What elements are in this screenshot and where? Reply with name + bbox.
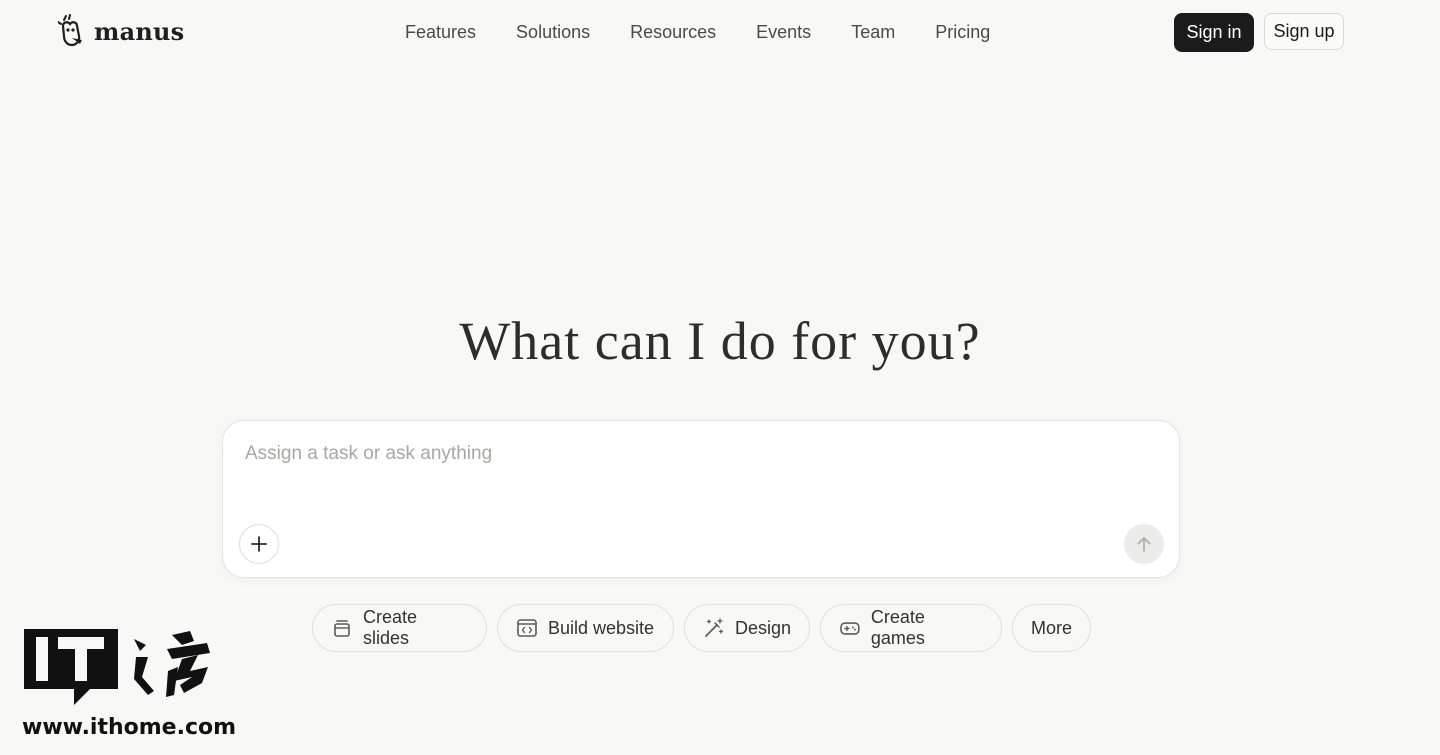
- create-slides-button[interactable]: Create slides: [312, 604, 487, 652]
- magic-wand-icon: [705, 618, 724, 637]
- brand-name: manus: [94, 16, 185, 46]
- code-window-icon: [517, 619, 537, 637]
- ithome-watermark: www.ithome.com: [22, 627, 236, 747]
- design-label: Design: [734, 617, 791, 638]
- slides-icon: [334, 620, 350, 637]
- task-composer: [222, 420, 1180, 578]
- more-button[interactable]: More: [1012, 604, 1091, 652]
- nav-resources[interactable]: Resources: [630, 21, 716, 43]
- nav-pricing[interactable]: Pricing: [935, 21, 990, 43]
- sign-up-button[interactable]: Sign up: [1264, 13, 1344, 50]
- sign-in-button[interactable]: Sign in: [1174, 13, 1254, 52]
- ithome-logo-icon: [24, 629, 210, 705]
- build-website-button[interactable]: Build website: [497, 604, 674, 652]
- brand-logo[interactable]: manus: [58, 14, 184, 48]
- arrow-up-icon: [1137, 537, 1151, 552]
- manus-hand-icon: [58, 14, 82, 47]
- main-nav: Features Solutions Resources Events Team…: [405, 21, 1030, 43]
- hero-title: What can I do for you?: [459, 311, 981, 371]
- nav-team[interactable]: Team: [851, 21, 895, 43]
- create-games-label: Create games: [870, 607, 925, 648]
- add-attachment-button[interactable]: [239, 524, 279, 564]
- send-button[interactable]: [1124, 524, 1164, 564]
- watermark-url: www.ithome.com: [22, 715, 237, 740]
- nav-solutions[interactable]: Solutions: [516, 21, 590, 43]
- gamepad-icon: [840, 622, 860, 635]
- nav-events[interactable]: Events: [756, 21, 811, 43]
- create-games-button[interactable]: Create games: [820, 604, 1002, 652]
- nav-features[interactable]: Features: [405, 21, 476, 43]
- quick-actions: Create slides Build website Design Creat…: [312, 604, 1091, 652]
- task-input[interactable]: [243, 439, 1147, 469]
- design-button[interactable]: Design: [684, 604, 810, 652]
- plus-icon: [251, 536, 267, 552]
- more-label: More: [1031, 617, 1073, 638]
- build-website-label: Build website: [548, 617, 655, 638]
- create-slides-label: Create slides: [362, 607, 418, 648]
